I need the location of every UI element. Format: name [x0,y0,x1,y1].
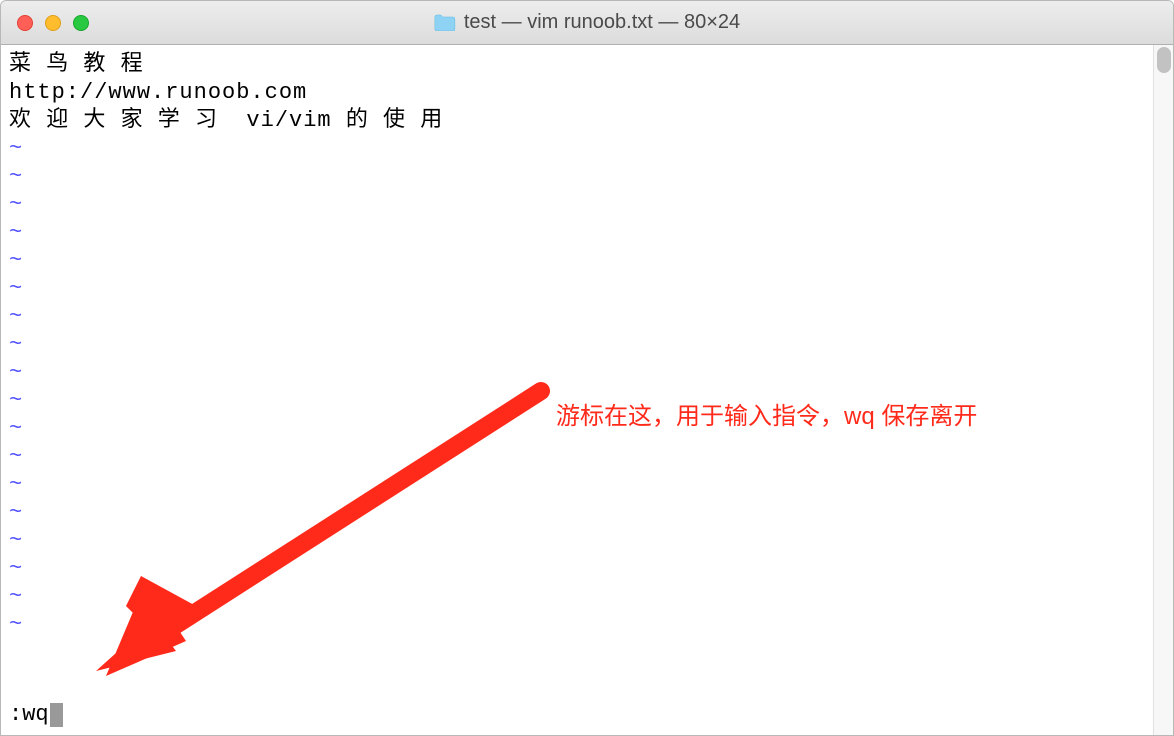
command-line[interactable]: :wq [9,701,63,729]
editor-line: http://www.runoob.com [9,79,1165,107]
window-title-area: test — vim runoob.txt — 80×24 [434,11,740,34]
tilde-line: ~ [9,611,1165,639]
tilde-line: ~ [9,247,1165,275]
window-title: test — vim runoob.txt — 80×24 [464,11,740,34]
tilde-line: ~ [9,219,1165,247]
traffic-lights [1,15,89,31]
close-button[interactable] [17,15,33,31]
command-text: :wq [9,701,49,729]
terminal-body[interactable]: 菜 鸟 教 程 http://www.runoob.com 欢 迎 大 家 学 … [1,45,1173,735]
tilde-line: ~ [9,555,1165,583]
tilde-line: ~ [9,443,1165,471]
folder-icon [434,14,456,31]
maximize-button[interactable] [73,15,89,31]
tilde-line: ~ [9,499,1165,527]
scrollbar[interactable] [1153,45,1173,735]
tilde-line: ~ [9,135,1165,163]
tilde-lines: ~~~~~~~~~~~~~~~~~~ [9,135,1165,639]
tilde-line: ~ [9,191,1165,219]
terminal-window: test — vim runoob.txt — 80×24 菜 鸟 教 程 ht… [0,0,1174,736]
tilde-line: ~ [9,163,1165,191]
cursor [50,703,63,727]
titlebar[interactable]: test — vim runoob.txt — 80×24 [1,1,1173,45]
tilde-line: ~ [9,583,1165,611]
tilde-line: ~ [9,331,1165,359]
scrollbar-thumb[interactable] [1157,47,1171,73]
tilde-line: ~ [9,303,1165,331]
tilde-line: ~ [9,275,1165,303]
editor-line: 菜 鸟 教 程 [9,51,1165,79]
tilde-line: ~ [9,359,1165,387]
annotation-text: 游标在这，用于输入指令，wq 保存离开 [556,396,977,431]
tilde-line: ~ [9,471,1165,499]
minimize-button[interactable] [45,15,61,31]
tilde-line: ~ [9,527,1165,555]
editor-line: 欢 迎 大 家 学 习 vi/vim 的 使 用 [9,107,1165,135]
